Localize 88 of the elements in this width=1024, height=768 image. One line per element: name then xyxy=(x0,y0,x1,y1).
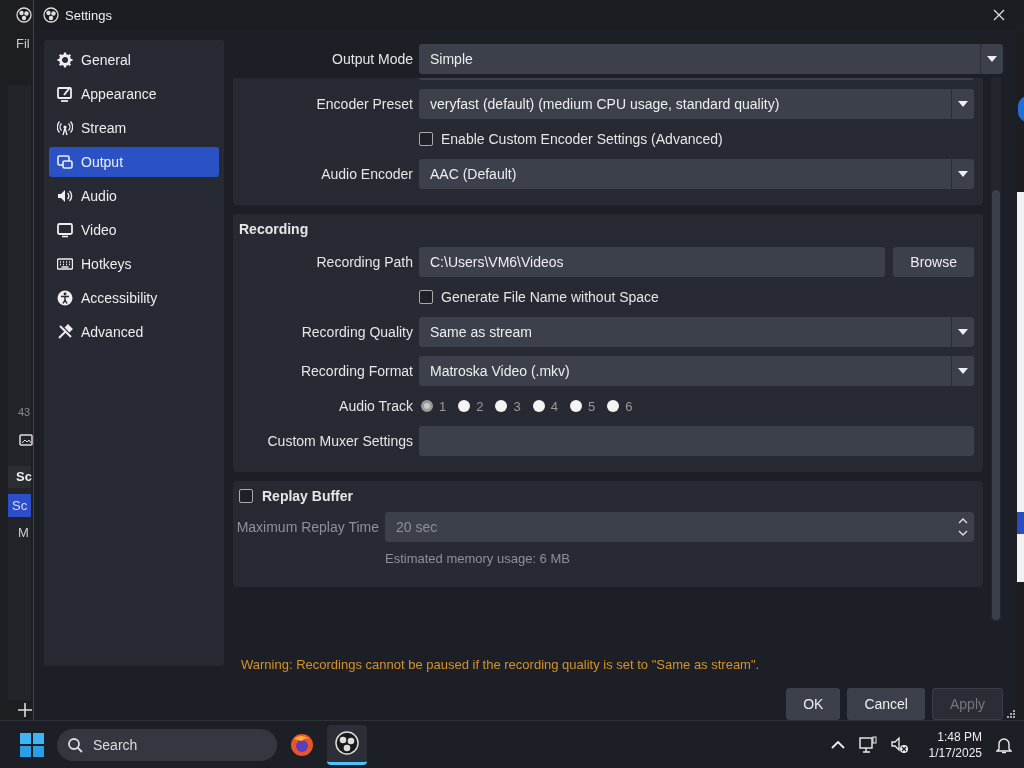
network-monitor-icon[interactable] xyxy=(858,735,877,754)
sidebar-item[interactable]: Output xyxy=(49,147,219,177)
scrollbar-thumb[interactable] xyxy=(992,190,1000,620)
clock-time[interactable]: 1:48 PM xyxy=(937,728,982,745)
image-icon xyxy=(19,434,33,446)
field-label: Recording Format xyxy=(299,363,413,379)
monitor-pencil-icon xyxy=(57,86,73,102)
sidebar-item[interactable]: Stream xyxy=(49,113,219,143)
checkbox-label: Enable Custom Encoder Settings (Advanced) xyxy=(441,131,723,147)
monitor-icon xyxy=(57,222,73,238)
warning-text: Warning: Recordings cannot be paused if the recording quality is set to "Same as stream". xyxy=(241,657,761,672)
search-icon xyxy=(67,736,83,753)
sidebar-item[interactable]: Audio xyxy=(49,181,219,211)
group-title: Replay Buffer xyxy=(262,488,354,504)
radio-label: 3 xyxy=(513,398,521,414)
dropdown[interactable]: Same as stream xyxy=(419,317,974,347)
radio-label: 5 xyxy=(587,398,596,414)
path-field[interactable]: C:\Users\VM6\Videos xyxy=(419,247,886,277)
search-field[interactable]: Search xyxy=(57,728,277,761)
checkbox[interactable] xyxy=(419,290,433,304)
tools-icon xyxy=(57,324,73,340)
add-icon[interactable] xyxy=(17,702,33,718)
taskbar-app[interactable] xyxy=(327,724,367,765)
bell-icon[interactable] xyxy=(996,735,1012,754)
radio-button[interactable] xyxy=(569,400,582,412)
checkbox[interactable] xyxy=(239,489,253,503)
app-logo-icon xyxy=(335,731,359,755)
field-label: Custom Muxer Settings xyxy=(266,433,413,449)
windows-logo-icon[interactable] xyxy=(20,732,44,757)
chevron-up-icon[interactable] xyxy=(830,740,845,749)
dropdown[interactable]: veryfast (default) (medium CPU usage, standard quality) xyxy=(419,89,974,119)
radio-label: 1 xyxy=(439,398,447,414)
sidebar-item[interactable]: Video xyxy=(49,215,219,245)
dropdown[interactable]: Simple xyxy=(419,44,1003,74)
panel-header: M xyxy=(18,525,29,540)
sidebar-item[interactable]: Appearance xyxy=(49,79,219,109)
window-title: Settings xyxy=(65,7,112,23)
sidebar-item[interactable]: Advanced xyxy=(49,317,219,347)
app-logo-icon xyxy=(43,7,59,23)
caret-icon xyxy=(958,171,968,177)
settings-icon xyxy=(57,52,73,68)
count-text: 43 xyxy=(18,406,31,418)
radio-label: 4 xyxy=(550,398,558,414)
speaker-muted-icon[interactable] xyxy=(890,735,909,754)
field-label: Recording Path xyxy=(315,254,413,270)
field-label: Output Mode xyxy=(331,51,413,67)
dialog-button[interactable]: Cancel xyxy=(847,688,925,720)
fox-globe-icon xyxy=(290,732,314,757)
clock-date[interactable]: 1/17/2025 xyxy=(928,744,982,761)
group-title: Recording xyxy=(239,221,310,237)
dropdown[interactable]: AAC (Default) xyxy=(419,159,974,189)
text-field[interactable] xyxy=(419,426,974,456)
radio-button[interactable] xyxy=(495,400,508,412)
windows-icon xyxy=(57,154,73,170)
sidebar-item[interactable]: General xyxy=(49,45,219,75)
antenna-icon xyxy=(57,120,73,136)
memory-usage-text: Estimated memory usage: 6 MB xyxy=(385,551,571,566)
sidebar-item[interactable]: Hotkeys xyxy=(49,249,219,279)
browse-button[interactable]: Browse xyxy=(893,247,974,277)
sidebar-item[interactable]: Accessibility xyxy=(49,283,219,313)
field-label: Recording Quality xyxy=(300,324,413,340)
radio-button[interactable] xyxy=(532,400,545,412)
accessibility-icon xyxy=(57,290,73,306)
panel-header: Sc xyxy=(8,466,31,488)
close-icon[interactable] xyxy=(993,9,1005,21)
resize-grip-icon xyxy=(1007,710,1015,718)
caret-icon xyxy=(958,368,968,374)
field-label: Audio Encoder xyxy=(320,166,413,182)
radio-button[interactable] xyxy=(458,400,471,412)
spin-arrows-icon[interactable] xyxy=(958,517,968,537)
radio-button[interactable] xyxy=(607,400,620,412)
field-label: Encoder Preset xyxy=(315,96,413,112)
caret-icon xyxy=(958,101,968,107)
radio-label: 2 xyxy=(476,398,484,414)
checkbox-label: Generate File Name without Space xyxy=(441,289,659,305)
field-label: Maximum Replay Time xyxy=(235,519,379,535)
speaker-icon xyxy=(57,188,73,204)
radio-label: 6 xyxy=(625,398,633,414)
keyboard-icon xyxy=(57,256,73,272)
caret-icon xyxy=(987,56,997,62)
field-label: Audio Track xyxy=(338,398,413,414)
caret-icon xyxy=(958,329,968,335)
dropdown[interactable]: Matroska Video (.mkv) xyxy=(419,356,974,386)
menu-item[interactable]: Fil xyxy=(16,36,30,51)
dialog-button[interactable]: OK xyxy=(786,688,841,720)
list-item[interactable]: Sc xyxy=(8,494,31,517)
radio-button[interactable] xyxy=(421,400,433,412)
checkbox[interactable] xyxy=(419,132,433,146)
